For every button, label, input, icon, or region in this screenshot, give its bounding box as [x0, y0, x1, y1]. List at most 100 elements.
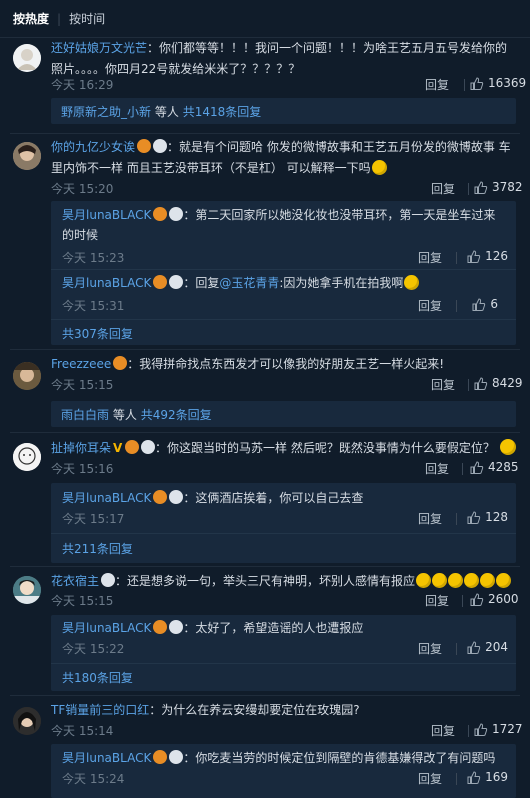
reply-button[interactable]: 回复	[431, 722, 455, 739]
reply-summary-text[interactable]: 雨白白雨 等人 共492条回复	[61, 406, 212, 423]
comment-username[interactable]: 扯掉你耳朵	[51, 441, 111, 455]
comment-username[interactable]: 还好姑娘万文光芒	[51, 41, 147, 55]
divider	[456, 773, 457, 785]
comment-text: 我得拼命找点东西发才可以像我的好朋友王艺一样火起来!	[139, 357, 445, 371]
sort-by-time-tab[interactable]: 按时间	[69, 10, 105, 27]
like-count: 6	[490, 297, 498, 311]
divider	[464, 79, 465, 91]
like-button[interactable]: 2600	[470, 592, 519, 606]
more-replies-link[interactable]: 共180条回复	[62, 669, 133, 686]
avatar[interactable]	[13, 576, 41, 604]
like-button[interactable]: 204	[467, 640, 508, 654]
comment-time: 今天 15:20	[51, 182, 114, 196]
like-button[interactable]: 126	[467, 249, 508, 263]
thumb-up-icon	[467, 249, 481, 263]
smile-emoji-icon	[432, 573, 448, 588]
vip-badge-icon	[153, 490, 168, 504]
reply-button[interactable]: 回复	[418, 640, 442, 657]
avatar-image	[13, 707, 41, 735]
reply-button[interactable]: 回复	[425, 592, 449, 609]
comment-item: 扯掉你耳朵 V ：你这跟当时的马苏一样 然后呢？既然没事情为什么要假定位？ 今天 1…	[0, 438, 530, 566]
reply-button[interactable]: 回复	[425, 76, 449, 93]
more-replies-link[interactable]: 共211条回复	[62, 540, 133, 557]
comment-body: 还好姑娘万文光芒：你们都等等！！！我问一个问题！！！为啥王艺五月五号发给你的照片…	[51, 41, 508, 76]
comment-username[interactable]: 花衣宿主	[51, 574, 99, 588]
comment-time: 今天 16:29	[51, 78, 114, 92]
mention-link[interactable]: @玉花青青	[219, 276, 279, 290]
avatar[interactable]	[13, 44, 41, 72]
vip-badge-icon	[153, 750, 168, 764]
like-count: 2600	[488, 592, 519, 606]
divider	[456, 513, 457, 525]
reply-button[interactable]: 回复	[418, 249, 442, 266]
reply-summary[interactable]: 雨白白雨 等人 共492条回复	[51, 401, 516, 427]
comment-username[interactable]: TF销量前三的口红	[51, 703, 149, 717]
reply-time: 今天 15:22	[62, 642, 125, 656]
like-count: 4285	[488, 460, 519, 474]
thumb-up-icon	[474, 376, 488, 390]
more-replies-link[interactable]: 共307条回复	[62, 325, 133, 342]
smile-emoji-icon	[480, 573, 496, 588]
like-button[interactable]: 3782	[474, 180, 523, 194]
like-button[interactable]: 6	[472, 297, 498, 311]
comment-time: 今天 15:15	[51, 378, 114, 392]
reply-separator	[51, 533, 516, 534]
like-count: 3782	[492, 180, 523, 194]
reply-button[interactable]: 回复	[425, 460, 449, 477]
like-count: 16369	[488, 76, 527, 90]
comment-username[interactable]: Freezzeee	[51, 357, 111, 371]
reply-username[interactable]: 昊月lunaBLACK	[62, 276, 151, 290]
reply-summary-text[interactable]: 野原新之助_小新 等人 共1418条回复	[61, 103, 261, 120]
reply-username[interactable]: 昊月lunaBLACK	[62, 751, 151, 765]
skull-badge-icon	[169, 207, 184, 221]
comment-divider	[10, 432, 520, 433]
reply-time: 今天 15:17	[62, 512, 125, 526]
comment-text: 为什么在养云安缦却要定位在玫瑰园?	[161, 703, 360, 717]
reply-separator	[51, 663, 516, 664]
like-button[interactable]: 4285	[470, 460, 519, 474]
reply-button[interactable]: 回复	[418, 510, 442, 527]
reply-list: 昊月lunaBLACK ：太好了，希望造谣的人也遭报应 今天 15:22 回复 2…	[51, 615, 516, 691]
reply-text: 这俩酒店挨着，你可以自己去查	[195, 491, 364, 505]
comment-divider	[10, 349, 520, 350]
reply-body: 昊月lunaBLACK ：这俩酒店挨着，你可以自己去查	[62, 490, 364, 505]
like-button[interactable]: 1727	[474, 722, 523, 736]
avatar[interactable]	[13, 707, 41, 735]
smile-emoji-icon	[496, 573, 512, 588]
like-button[interactable]: 169	[467, 770, 508, 784]
vip-badge-icon	[153, 620, 168, 634]
avatar[interactable]	[13, 443, 41, 471]
smile-emoji-icon	[416, 573, 432, 588]
like-button[interactable]: 8429	[474, 376, 523, 390]
comment-divider	[10, 133, 520, 134]
reply-text: :因为她拿手机在拍我啊	[279, 276, 404, 290]
reply-button[interactable]: 回复	[431, 376, 455, 393]
avatar[interactable]	[13, 142, 41, 170]
sort-bar: 按热度 | 按时间	[0, 0, 530, 38]
like-button[interactable]: 128	[467, 510, 508, 524]
like-count: 128	[485, 510, 508, 524]
sort-by-hot-tab[interactable]: 按热度	[13, 10, 49, 27]
thumb-up-icon	[470, 592, 484, 606]
like-count: 169	[485, 770, 508, 784]
reply-body: 昊月lunaBLACK ：回复@玉花青青:因为她拿手机在拍我啊	[62, 273, 506, 293]
reply-button[interactable]: 回复	[418, 297, 442, 314]
skull-badge-icon	[169, 620, 184, 634]
comment-username[interactable]: 你的九亿少女诶	[51, 140, 135, 154]
comment-text: 你这跟当时的马苏一样 然后呢？既然没事情为什么要假定位？	[167, 441, 495, 455]
reply-word: 回复	[195, 276, 220, 290]
divider	[462, 595, 463, 607]
thumb-up-icon	[470, 76, 484, 90]
reply-summary[interactable]: 野原新之助_小新 等人 共1418条回复	[51, 98, 516, 124]
reply-username[interactable]: 昊月lunaBLACK	[62, 621, 151, 635]
reply-button[interactable]: 回复	[431, 180, 455, 197]
reply-username[interactable]: 昊月lunaBLACK	[62, 491, 151, 505]
reply-username[interactable]: 昊月lunaBLACK	[62, 208, 151, 222]
avatar[interactable]	[13, 362, 41, 390]
like-button[interactable]: 16369	[470, 76, 526, 90]
comment-text: 还是想多说一句，举头三尺有神明，坏别人感情有报应	[127, 574, 416, 588]
reply-time: 今天 15:24	[62, 772, 125, 786]
avatar-image	[13, 44, 41, 72]
summary-user: 野原新之助_小新	[61, 105, 152, 119]
reply-button[interactable]: 回复	[418, 770, 442, 787]
